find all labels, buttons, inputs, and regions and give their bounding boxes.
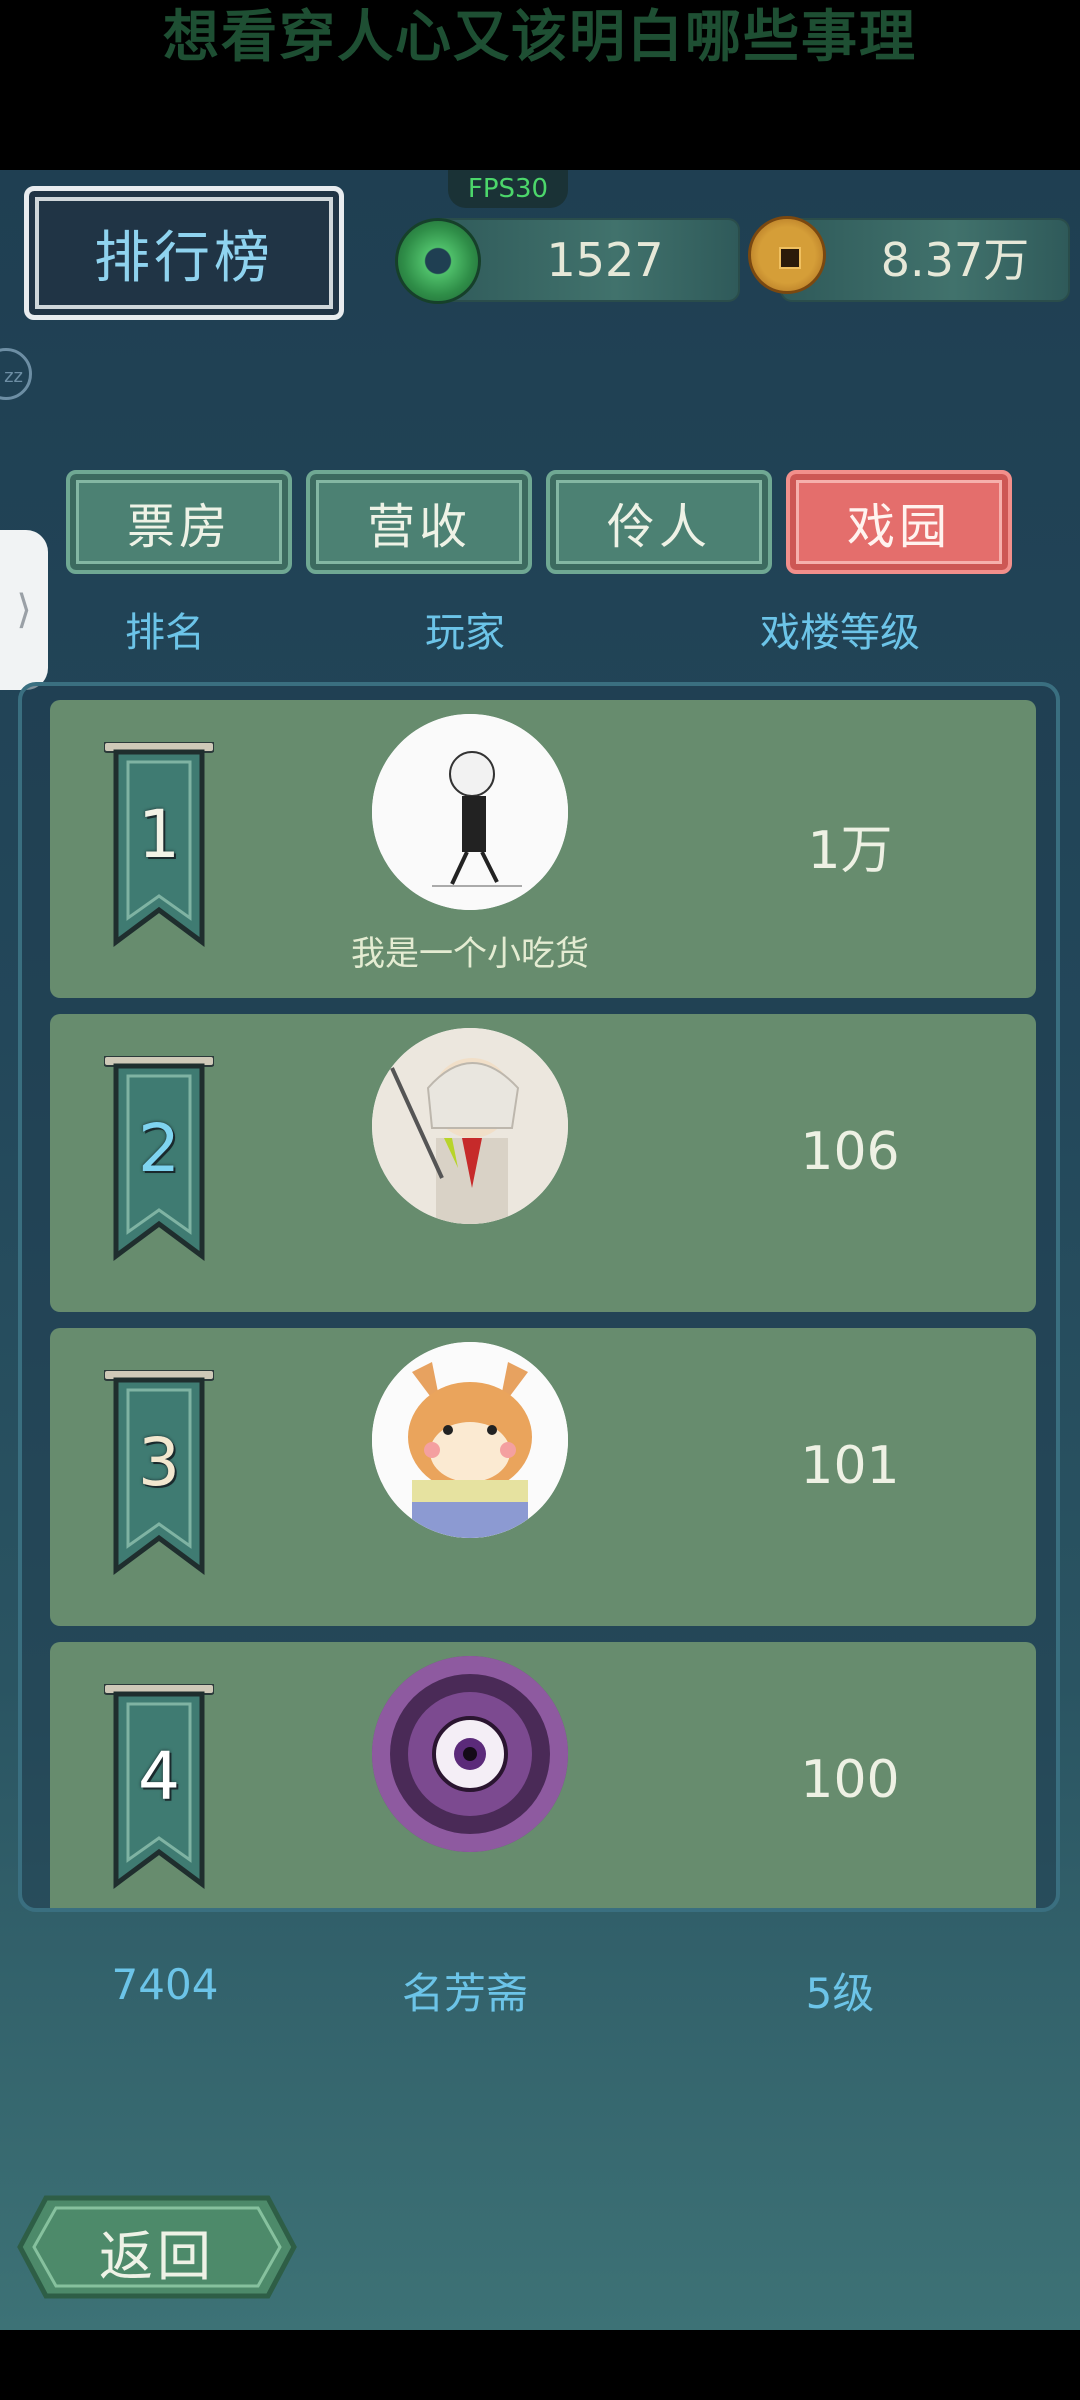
side-drawer-handle[interactable]: ⟩ bbox=[0, 530, 48, 690]
tab-label: 营收 bbox=[366, 499, 471, 555]
my-rank: 7404 bbox=[111, 1960, 219, 2009]
system-nav-bar bbox=[0, 2330, 1080, 2400]
player-avatar[interactable] bbox=[372, 714, 568, 910]
leaderboard-row[interactable]: 3 101 bbox=[50, 1328, 1036, 1626]
tab-label: 票房 bbox=[126, 499, 231, 555]
rank-number: 4 bbox=[138, 1738, 180, 1815]
tab-performers[interactable]: 伶人 bbox=[546, 470, 772, 574]
tab-label: 戏园 bbox=[846, 499, 951, 555]
tab-theater[interactable]: 戏园 bbox=[786, 470, 1012, 574]
my-theater-name: 名芳斋 bbox=[401, 1969, 528, 2018]
leaderboard-row[interactable]: 1 我是一个小吃货 1万 bbox=[50, 700, 1036, 998]
video-title-banner: 想看穿人心又该明白哪些事理 bbox=[0, 0, 1080, 170]
rank-number: 3 bbox=[138, 1424, 180, 1501]
tab-label: 伶人 bbox=[606, 499, 711, 555]
theater-level: 106 bbox=[800, 1122, 900, 1182]
tab-revenue[interactable]: 营收 bbox=[306, 470, 532, 574]
player-avatar[interactable] bbox=[372, 1028, 568, 1224]
player-avatar[interactable] bbox=[372, 1342, 568, 1538]
rank-ribbon-icon: 3 bbox=[103, 1369, 215, 1580]
column-header-rank: 排名 bbox=[125, 610, 205, 656]
leaderboard-title-plaque: 排行榜 bbox=[24, 186, 344, 320]
leaderboard-row[interactable]: 4 100 bbox=[50, 1642, 1036, 1908]
sleep-icon[interactable]: zz bbox=[0, 348, 32, 400]
rank-ribbon-icon: 1 bbox=[103, 741, 215, 952]
column-header-level: 戏楼等级 bbox=[760, 610, 920, 656]
column-header-player: 玩家 bbox=[425, 610, 505, 656]
leaderboard-list[interactable]: 1 我是一个小吃货 1万 2 106 3 101 4 100 bbox=[18, 682, 1060, 1912]
back-button[interactable]: 返回 bbox=[16, 2194, 298, 2300]
coin-currency-icon bbox=[748, 216, 826, 294]
leaderboard-row[interactable]: 2 106 bbox=[50, 1014, 1036, 1312]
rank-ribbon-icon: 4 bbox=[103, 1683, 215, 1894]
page-title: 排行榜 bbox=[94, 225, 274, 291]
my-theater-level: 5级 bbox=[805, 1969, 875, 2018]
theater-level: 101 bbox=[800, 1436, 900, 1496]
fps-counter: FPS30 bbox=[448, 170, 568, 208]
banner-title: 想看穿人心又该明白哪些事理 bbox=[163, 5, 917, 70]
back-button-label: 返回 bbox=[99, 2225, 215, 2288]
player-name: 我是一个小吃货 bbox=[351, 934, 589, 974]
tab-box-office[interactable]: 票房 bbox=[66, 470, 292, 574]
rank-number: 2 bbox=[138, 1110, 180, 1187]
player-avatar[interactable] bbox=[372, 1656, 568, 1852]
rank-number: 1 bbox=[138, 796, 180, 873]
theater-level: 1万 bbox=[807, 821, 893, 881]
jade-currency-icon bbox=[395, 218, 481, 304]
rank-ribbon-icon: 2 bbox=[103, 1055, 215, 1266]
game-screen: FPS30 排行榜 1527 8.37万 zz ⟩ 票房 营收 伶人 戏园 排名… bbox=[0, 170, 1080, 2330]
theater-level: 100 bbox=[800, 1750, 900, 1810]
